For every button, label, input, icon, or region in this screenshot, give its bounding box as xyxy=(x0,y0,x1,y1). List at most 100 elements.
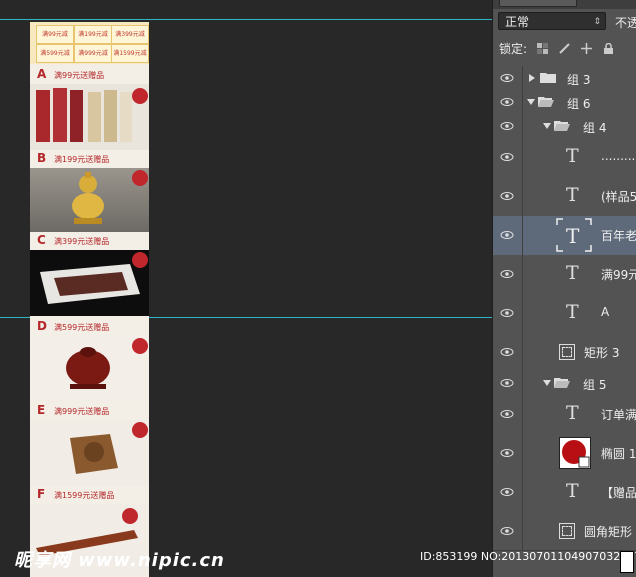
product-image-gift-box xyxy=(30,250,149,316)
layer-row[interactable]: 组 4 xyxy=(493,114,636,139)
panel-header xyxy=(493,0,636,9)
column-divider xyxy=(522,434,523,473)
brass-gourd-illustration xyxy=(72,170,148,224)
layer-name: 组 4 xyxy=(583,121,607,135)
section-label-c: C 满399元送赠品 xyxy=(30,232,149,250)
layer-name: .............. xyxy=(601,149,636,163)
visibility-eye-icon[interactable] xyxy=(500,487,514,497)
text-layer-icon: T xyxy=(566,402,579,424)
lock-transparent-pixels-icon[interactable] xyxy=(537,43,548,54)
collapse-arrow-icon[interactable] xyxy=(527,99,535,105)
visibility-eye-icon[interactable] xyxy=(500,347,514,357)
layer-row[interactable]: 组 3 xyxy=(493,66,636,91)
layer-row[interactable]: T 【赠品 xyxy=(493,473,636,513)
carved-box-illustration xyxy=(70,422,148,474)
layer-name: (样品5 xyxy=(601,190,636,204)
expand-arrow-icon[interactable] xyxy=(529,74,535,82)
section-text: 满1599元送赠品 xyxy=(54,491,115,500)
layer-row-selected[interactable]: T 百年老 xyxy=(493,216,636,256)
column-divider xyxy=(522,333,523,371)
ellipse-thumbnail-icon xyxy=(562,440,590,468)
blend-mode-select[interactable]: 正常 ⇕ xyxy=(498,12,606,30)
incense-boxes-illustration xyxy=(36,88,148,142)
visibility-eye-icon[interactable] xyxy=(500,448,514,458)
section-label-e: E 满999元送赠品 xyxy=(30,402,149,420)
canvas-area[interactable]: 满99元减 满199元减 满399元减 满599元减 满999元减 满1599元… xyxy=(0,0,492,577)
column-divider xyxy=(522,114,523,138)
layer-row[interactable]: T 订单满 xyxy=(493,395,636,435)
product-image-brass-gourd xyxy=(30,168,149,232)
watermark-logo: 昵享网 www.nipic.cn xyxy=(14,550,225,571)
visibility-eye-icon[interactable] xyxy=(500,230,514,240)
visibility-eye-icon[interactable] xyxy=(500,378,514,388)
layer-row[interactable]: 椭圆 1 xyxy=(493,434,636,474)
layer-name: 组 5 xyxy=(583,378,607,392)
lock-position-icon[interactable] xyxy=(581,43,592,54)
section-letter: B xyxy=(37,151,47,165)
collapse-arrow-icon[interactable] xyxy=(543,380,551,386)
text-layer-icon: T xyxy=(566,145,579,167)
column-divider xyxy=(522,66,523,90)
layer-row[interactable]: 组 6 xyxy=(493,90,636,115)
column-divider xyxy=(522,473,523,512)
lock-image-pixels-icon[interactable] xyxy=(559,43,570,54)
visibility-eye-icon[interactable] xyxy=(500,308,514,318)
text-layer-icon: T xyxy=(566,262,579,284)
coupon-cell: 满199元减 xyxy=(74,25,112,44)
section-letter: A xyxy=(37,67,47,81)
section-letter: F xyxy=(37,487,46,501)
folder-open-icon xyxy=(538,97,554,107)
visibility-eye-icon[interactable] xyxy=(500,409,514,419)
visibility-eye-icon[interactable] xyxy=(500,269,514,279)
visibility-eye-icon[interactable] xyxy=(500,73,514,83)
text-layer-selected-icon: T xyxy=(556,218,592,252)
shape-layer-icon xyxy=(559,344,575,360)
layer-row[interactable]: 组 5 xyxy=(493,371,636,396)
layer-row[interactable]: T A xyxy=(493,294,636,334)
coupon-cell: 满1599元减 xyxy=(111,44,149,63)
layer-row[interactable]: 矩形 3 xyxy=(493,333,636,372)
guide-line-top[interactable] xyxy=(0,19,492,20)
shape-layer-icon xyxy=(559,523,575,539)
svg-text:T: T xyxy=(566,224,580,248)
section-label-d: D 满599元送赠品 xyxy=(30,318,149,336)
product-image-censer xyxy=(30,336,149,400)
visibility-eye-icon[interactable] xyxy=(500,121,514,131)
collapse-arrow-icon[interactable] xyxy=(543,123,551,129)
lock-all-icon[interactable] xyxy=(603,43,614,54)
coupon-cell: 满599元减 xyxy=(36,44,74,63)
section-label-a: A 满99元送赠品 xyxy=(30,66,149,84)
opacity-label: 不透 xyxy=(615,16,636,30)
section-text: 满999元送赠品 xyxy=(54,407,110,416)
layer-thumbnail xyxy=(559,437,591,469)
panel-tab[interactable] xyxy=(499,0,577,7)
coupon-cell: 满99元减 xyxy=(36,25,74,44)
column-divider xyxy=(522,294,523,333)
folder-open-icon xyxy=(554,121,570,131)
visibility-eye-icon[interactable] xyxy=(500,191,514,201)
text-layer-icon: T xyxy=(566,301,579,323)
column-divider xyxy=(522,255,523,294)
layer-row[interactable]: T (样品5 xyxy=(493,177,636,217)
layer-row[interactable]: 圆角矩形 xyxy=(493,512,636,551)
section-text: 满399元送赠品 xyxy=(54,237,110,246)
visibility-eye-icon[interactable] xyxy=(500,152,514,162)
section-letter: C xyxy=(37,233,46,247)
visibility-eye-icon[interactable] xyxy=(500,97,514,107)
column-divider xyxy=(522,138,523,177)
column-divider xyxy=(522,216,523,255)
folder-icon xyxy=(540,73,556,83)
layer-name: 椭圆 1 xyxy=(601,447,636,461)
coupon-cell: 满399元减 xyxy=(111,25,149,44)
layer-name: 组 3 xyxy=(567,73,591,87)
layer-row[interactable]: T .............. xyxy=(493,138,636,178)
layer-row[interactable]: T 满99元 xyxy=(493,255,636,295)
blend-mode-value: 正常 xyxy=(505,15,530,29)
product-image-incense-boxes xyxy=(30,84,149,150)
lock-toolbar: 锁定: xyxy=(493,38,636,60)
visibility-eye-icon[interactable] xyxy=(500,526,514,536)
column-divider xyxy=(522,90,523,114)
text-layer-icon: T xyxy=(566,480,579,502)
watermark-id: ID:853199 NO:20130701104907032367 xyxy=(420,550,636,563)
design-artboard: 满99元减 满199元减 满399元减 满599元减 满999元减 满1599元… xyxy=(30,22,149,577)
